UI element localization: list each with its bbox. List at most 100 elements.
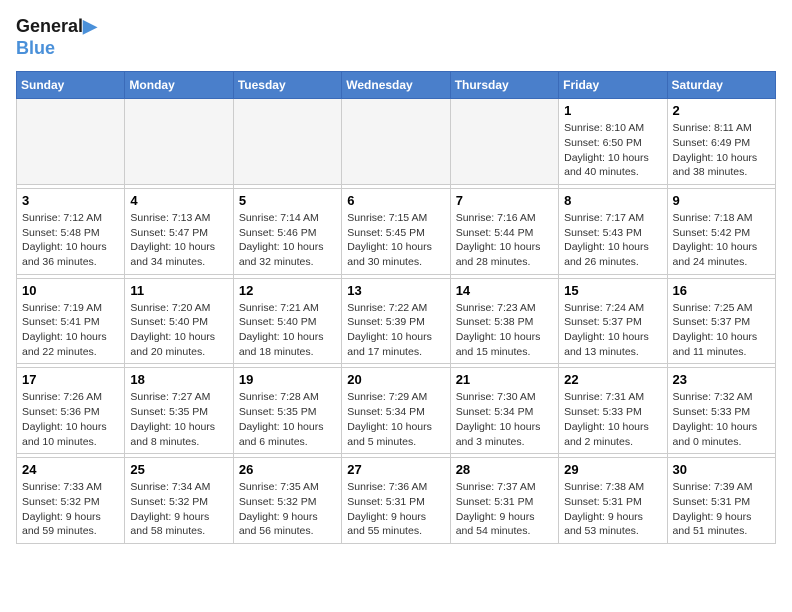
day-number: 25: [130, 462, 227, 477]
calendar-cell: 11 Sunrise: 7:20 AMSunset: 5:40 PMDayligh…: [125, 278, 233, 364]
calendar-cell: 5Sunrise: 7:14 AMSunset: 5:46 PMDaylight…: [233, 188, 341, 274]
day-info: Sunrise: 7:24 AMSunset: 5:37 PMDaylight:…: [564, 301, 661, 360]
day-number: 23: [673, 372, 770, 387]
day-info: Sunrise: 7:22 AMSunset: 5:39 PMDaylight:…: [347, 301, 444, 360]
calendar-cell: 20 Sunrise: 7:29 AMSunset: 5:34 PMDayligh…: [342, 368, 450, 454]
calendar-week-1: 1Sunrise: 8:10 AMSunset: 6:50 PMDaylight…: [17, 99, 776, 185]
calendar-cell: 21Sunrise: 7:30 AMSunset: 5:34 PMDayligh…: [450, 368, 558, 454]
calendar-cell: 6 Sunrise: 7:15 AMSunset: 5:45 PMDaylight…: [342, 188, 450, 274]
day-info: Sunrise: 7:27 AMSunset: 5:35 PMDaylight:…: [130, 390, 227, 449]
day-number: 17: [22, 372, 119, 387]
calendar-cell: 30 Sunrise: 7:39 AMSunset: 5:31 PMDayligh…: [667, 458, 775, 544]
day-number: 14: [456, 283, 553, 298]
day-number: 11: [130, 283, 227, 298]
calendar-cell: 23 Sunrise: 7:32 AMSunset: 5:33 PMDayligh…: [667, 368, 775, 454]
weekday-header-friday: Friday: [559, 72, 667, 99]
calendar-cell: [125, 99, 233, 185]
calendar-week-2: 3 Sunrise: 7:12 AMSunset: 5:48 PMDaylight…: [17, 188, 776, 274]
day-number: 2: [673, 103, 770, 118]
calendar-header-row: SundayMondayTuesdayWednesdayThursdayFrid…: [17, 72, 776, 99]
calendar-week-4: 17 Sunrise: 7:26 AMSunset: 5:36 PMDayligh…: [17, 368, 776, 454]
day-info: Sunrise: 7:37 AMSunset: 5:31 PMDaylight:…: [456, 480, 553, 539]
day-info: Sunrise: 7:38 AMSunset: 5:31 PMDaylight:…: [564, 480, 661, 539]
calendar-table: SundayMondayTuesdayWednesdayThursdayFrid…: [16, 71, 776, 544]
day-number: 19: [239, 372, 336, 387]
weekday-header-saturday: Saturday: [667, 72, 775, 99]
calendar-cell: 14 Sunrise: 7:23 AMSunset: 5:38 PMDayligh…: [450, 278, 558, 364]
calendar-cell: 10Sunrise: 7:19 AMSunset: 5:41 PMDayligh…: [17, 278, 125, 364]
day-number: 8: [564, 193, 661, 208]
day-info: Sunrise: 7:31 AMSunset: 5:33 PMDaylight:…: [564, 390, 661, 449]
calendar-cell: 8 Sunrise: 7:17 AMSunset: 5:43 PMDaylight…: [559, 188, 667, 274]
page-header: General▶ Blue: [16, 16, 776, 59]
calendar-cell: 15 Sunrise: 7:24 AMSunset: 5:37 PMDayligh…: [559, 278, 667, 364]
day-number: 7: [456, 193, 553, 208]
day-number: 20: [347, 372, 444, 387]
weekday-header-wednesday: Wednesday: [342, 72, 450, 99]
calendar-cell: 4 Sunrise: 7:13 AMSunset: 5:47 PMDaylight…: [125, 188, 233, 274]
day-number: 9: [673, 193, 770, 208]
calendar-cell: [233, 99, 341, 185]
day-number: 22: [564, 372, 661, 387]
day-number: 3: [22, 193, 119, 208]
day-number: 21: [456, 372, 553, 387]
calendar-cell: [342, 99, 450, 185]
day-number: 28: [456, 462, 553, 477]
logo: General▶ Blue: [16, 16, 97, 59]
day-info: Sunrise: 7:26 AMSunset: 5:36 PMDaylight:…: [22, 390, 119, 449]
day-number: 16: [673, 283, 770, 298]
calendar-cell: 18 Sunrise: 7:27 AMSunset: 5:35 PMDayligh…: [125, 368, 233, 454]
calendar-cell: [450, 99, 558, 185]
calendar-cell: 27 Sunrise: 7:36 AMSunset: 5:31 PMDayligh…: [342, 458, 450, 544]
day-info: Sunrise: 7:18 AMSunset: 5:42 PMDaylight:…: [673, 211, 770, 270]
day-number: 26: [239, 462, 336, 477]
calendar-cell: 29 Sunrise: 7:38 AMSunset: 5:31 PMDayligh…: [559, 458, 667, 544]
calendar-cell: [17, 99, 125, 185]
calendar-cell: 2 Sunrise: 8:11 AMSunset: 6:49 PMDaylight…: [667, 99, 775, 185]
calendar-cell: 28 Sunrise: 7:37 AMSunset: 5:31 PMDayligh…: [450, 458, 558, 544]
day-info: Sunrise: 7:15 AMSunset: 5:45 PMDaylight:…: [347, 211, 444, 270]
day-info: Sunrise: 7:17 AMSunset: 5:43 PMDaylight:…: [564, 211, 661, 270]
calendar-cell: 17 Sunrise: 7:26 AMSunset: 5:36 PMDayligh…: [17, 368, 125, 454]
day-info: Sunrise: 7:16 AMSunset: 5:44 PMDaylight:…: [456, 211, 553, 270]
weekday-header-thursday: Thursday: [450, 72, 558, 99]
day-info: Sunrise: 8:11 AMSunset: 6:49 PMDaylight:…: [673, 121, 770, 180]
day-info: Sunrise: 7:13 AMSunset: 5:47 PMDaylight:…: [130, 211, 227, 270]
calendar-cell: 1Sunrise: 8:10 AMSunset: 6:50 PMDaylight…: [559, 99, 667, 185]
day-number: 27: [347, 462, 444, 477]
calendar-cell: 19 Sunrise: 7:28 AMSunset: 5:35 PMDayligh…: [233, 368, 341, 454]
calendar-cell: 13 Sunrise: 7:22 AMSunset: 5:39 PMDayligh…: [342, 278, 450, 364]
calendar-cell: 9 Sunrise: 7:18 AMSunset: 5:42 PMDaylight…: [667, 188, 775, 274]
day-number: 18: [130, 372, 227, 387]
day-number: 30: [673, 462, 770, 477]
day-info: Sunrise: 7:20 AMSunset: 5:40 PMDaylight:…: [130, 301, 227, 360]
day-info: Sunrise: 7:28 AMSunset: 5:35 PMDaylight:…: [239, 390, 336, 449]
day-info: Sunrise: 7:33 AMSunset: 5:32 PMDaylight:…: [22, 480, 119, 539]
logo-text: General▶ Blue: [16, 16, 97, 59]
day-number: 12: [239, 283, 336, 298]
calendar-cell: 16 Sunrise: 7:25 AMSunset: 5:37 PMDayligh…: [667, 278, 775, 364]
day-number: 13: [347, 283, 444, 298]
weekday-header-tuesday: Tuesday: [233, 72, 341, 99]
day-number: 29: [564, 462, 661, 477]
day-number: 6: [347, 193, 444, 208]
calendar-cell: 12Sunrise: 7:21 AMSunset: 5:40 PMDayligh…: [233, 278, 341, 364]
day-number: 1: [564, 103, 661, 118]
day-number: 15: [564, 283, 661, 298]
day-info: Sunrise: 7:12 AMSunset: 5:48 PMDaylight:…: [22, 211, 119, 270]
day-info: Sunrise: 7:25 AMSunset: 5:37 PMDaylight:…: [673, 301, 770, 360]
day-info: Sunrise: 7:35 AMSunset: 5:32 PMDaylight:…: [239, 480, 336, 539]
weekday-header-monday: Monday: [125, 72, 233, 99]
day-info: Sunrise: 7:23 AMSunset: 5:38 PMDaylight:…: [456, 301, 553, 360]
day-number: 10: [22, 283, 119, 298]
day-info: Sunrise: 7:32 AMSunset: 5:33 PMDaylight:…: [673, 390, 770, 449]
day-info: Sunrise: 7:14 AMSunset: 5:46 PMDaylight:…: [239, 211, 336, 270]
calendar-week-5: 24Sunrise: 7:33 AMSunset: 5:32 PMDayligh…: [17, 458, 776, 544]
calendar-week-3: 10Sunrise: 7:19 AMSunset: 5:41 PMDayligh…: [17, 278, 776, 364]
day-number: 4: [130, 193, 227, 208]
day-info: Sunrise: 7:29 AMSunset: 5:34 PMDaylight:…: [347, 390, 444, 449]
calendar-cell: 24Sunrise: 7:33 AMSunset: 5:32 PMDayligh…: [17, 458, 125, 544]
calendar-cell: 3 Sunrise: 7:12 AMSunset: 5:48 PMDaylight…: [17, 188, 125, 274]
day-info: Sunrise: 7:39 AMSunset: 5:31 PMDaylight:…: [673, 480, 770, 539]
day-info: Sunrise: 7:36 AMSunset: 5:31 PMDaylight:…: [347, 480, 444, 539]
